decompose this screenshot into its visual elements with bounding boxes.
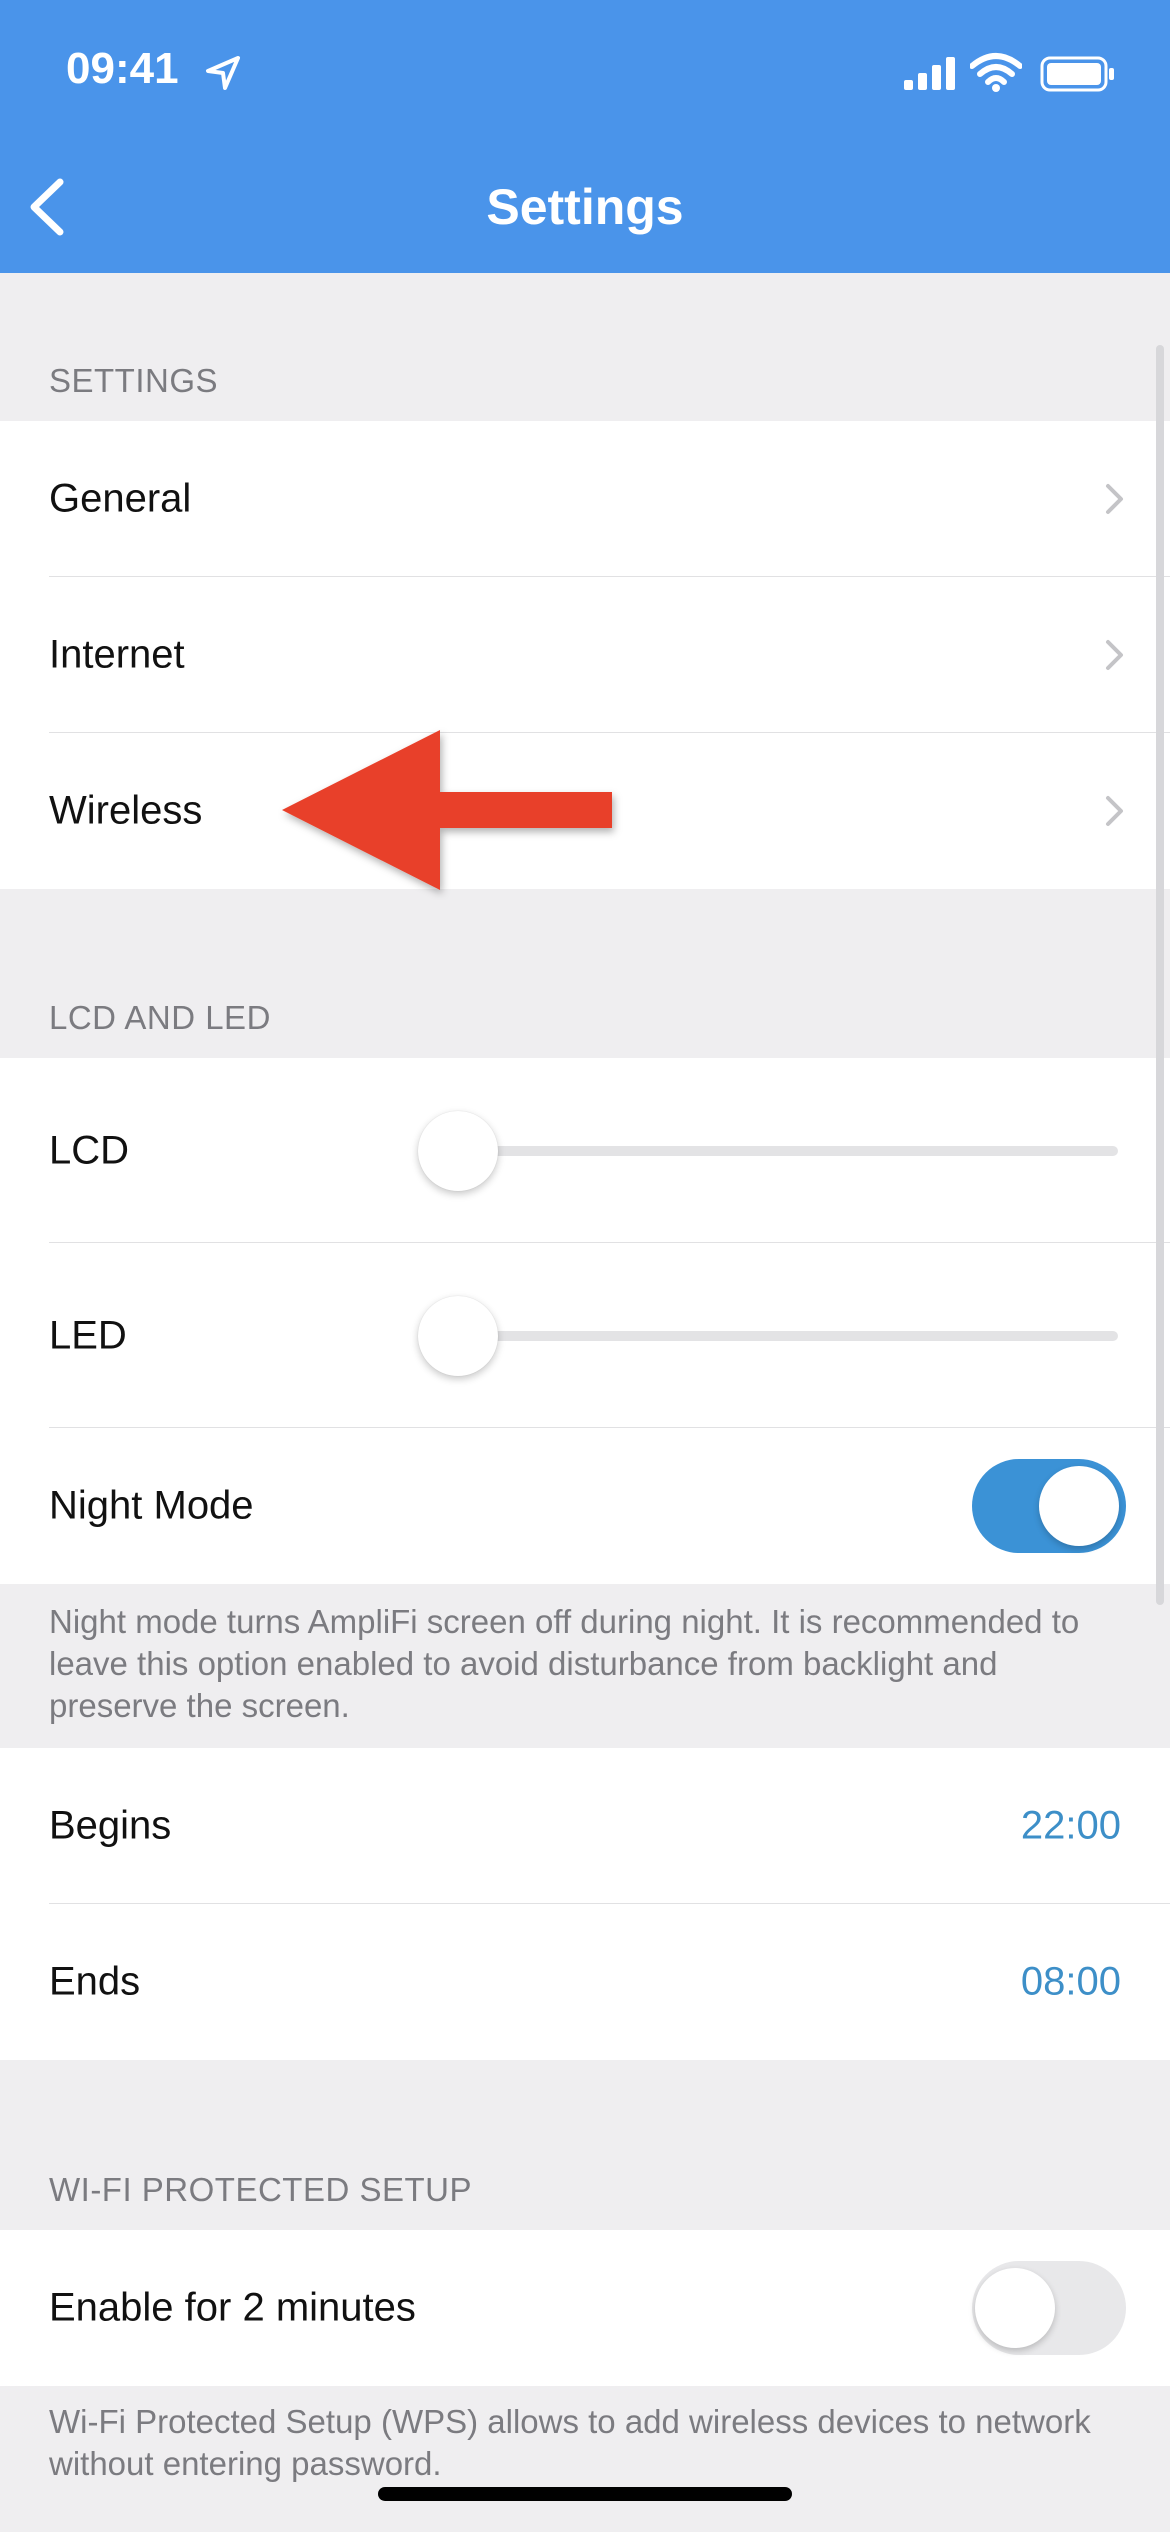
settings-item-label: Internet <box>49 632 185 677</box>
navigation-bar: 09:41 Settings <box>0 0 1170 273</box>
wps-enable-row: Enable for 2 minutes <box>0 2230 1170 2386</box>
night-mode-label: Night Mode <box>49 1483 254 1528</box>
section-header-lcd-led: LCD AND LED <box>49 999 271 1036</box>
red-arrow-annotation-icon <box>282 730 612 890</box>
night-mode-footnote: Night mode turns AmpliFi screen off duri… <box>49 1603 1080 1724</box>
led-row: LED <box>0 1243 1170 1428</box>
settings-item-label: Wireless <box>49 788 203 833</box>
wifi-icon <box>970 53 1022 92</box>
toggle-knob <box>1039 1466 1119 1546</box>
begins-label: Begins <box>49 1803 172 1848</box>
location-arrow-icon <box>206 56 240 90</box>
section-header-settings: SETTINGS <box>49 362 219 399</box>
begins-row[interactable]: Begins 22:00 <box>0 1748 1170 1904</box>
night-schedule-group: Begins 22:00 Ends 08:00 <box>0 1748 1170 2060</box>
lcd-label: LCD <box>49 1128 130 1172</box>
settings-item-general[interactable]: General <box>0 421 1170 577</box>
chevron-right-icon <box>1106 640 1123 670</box>
ends-label: Ends <box>49 1959 141 2004</box>
cellular-signal-icon <box>904 57 955 90</box>
begins-value: 22:00 <box>1020 1803 1121 1848</box>
section-header-wps: WI-FI PROTECTED SETUP <box>49 2171 472 2208</box>
led-slider-track[interactable] <box>460 1330 1118 1341</box>
lcd-slider-thumb[interactable] <box>418 1110 498 1191</box>
battery-icon <box>1040 56 1114 92</box>
night-mode-toggle[interactable] <box>972 1459 1126 1553</box>
scrollbar[interactable] <box>1156 345 1164 1605</box>
ends-row[interactable]: Ends 08:00 <box>0 1904 1170 2060</box>
lcd-row: LCD <box>0 1058 1170 1243</box>
night-mode-row: Night Mode <box>0 1428 1170 1584</box>
ends-value: 08:00 <box>1020 1959 1121 2004</box>
home-indicator <box>378 2487 792 2501</box>
wps-enable-toggle[interactable] <box>972 2261 1126 2355</box>
wps-enable-label: Enable for 2 minutes <box>49 2285 416 2330</box>
toggle-knob <box>975 2268 1055 2348</box>
led-label: LED <box>49 1313 127 1357</box>
wps-group: Enable for 2 minutes <box>0 2230 1170 2386</box>
settings-item-internet[interactable]: Internet <box>0 577 1170 733</box>
lcd-led-group: LCD LED Night Mode <box>0 1058 1170 1584</box>
chevron-right-icon <box>1106 796 1123 826</box>
chevron-right-icon <box>1106 484 1123 514</box>
status-time: 09:41 <box>66 44 179 93</box>
led-slider-thumb[interactable] <box>418 1295 498 1376</box>
page-title: Settings <box>486 179 684 235</box>
wps-footnote: Wi-Fi Protected Setup (WPS) allows to ad… <box>49 2403 1091 2482</box>
settings-item-label: General <box>49 476 192 521</box>
lcd-slider-track[interactable] <box>460 1145 1118 1156</box>
